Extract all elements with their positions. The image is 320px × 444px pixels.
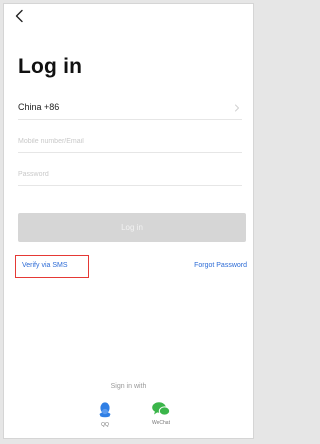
chevron-right-icon	[235, 104, 239, 112]
country-code-value: China +86	[18, 102, 60, 112]
back-button[interactable]	[12, 8, 28, 24]
country-code-selector[interactable]: China +86	[18, 98, 242, 120]
qq-login-button[interactable]: QQ	[85, 401, 125, 428]
chevron-left-icon	[15, 9, 23, 23]
qq-label: QQ	[101, 422, 109, 428]
mobile-email-field[interactable]	[18, 131, 242, 152]
mobile-email-row	[18, 131, 242, 153]
forgot-password-link[interactable]: Forgot Password	[194, 262, 247, 269]
login-screen: Log in China +86 Log in Verify via SMS F…	[3, 3, 254, 439]
verify-sms-highlight: Verify via SMS	[15, 255, 89, 278]
wechat-login-button[interactable]: WeChat	[141, 401, 181, 426]
wechat-label: WeChat	[152, 420, 170, 426]
verify-via-sms-link[interactable]: Verify via SMS	[22, 262, 68, 269]
password-row	[18, 164, 242, 186]
wechat-bubbles-icon	[152, 402, 171, 416]
qq-penguin-icon	[99, 402, 111, 418]
login-button[interactable]: Log in	[18, 213, 246, 242]
sign-in-with-heading: Sign in with	[110, 383, 147, 390]
password-field[interactable]	[18, 164, 242, 185]
page-title: Log in	[18, 55, 83, 78]
